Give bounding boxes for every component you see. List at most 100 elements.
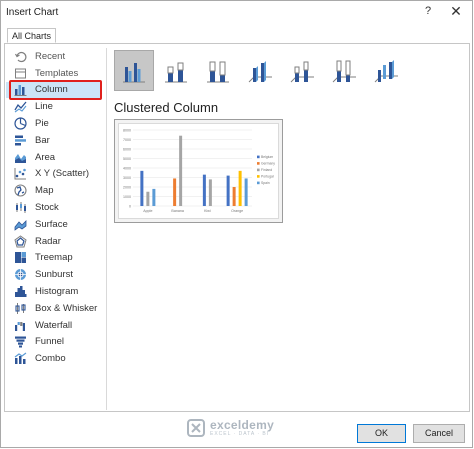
sidebar-item-sunburst[interactable]: Sunburst — [6, 266, 101, 283]
sidebar-item-x-y-scatter[interactable]: X Y (Scatter) — [6, 166, 101, 183]
legend-label: Spain — [261, 181, 270, 185]
map-chart-icon — [13, 184, 27, 197]
legend-label: Finland — [261, 168, 272, 172]
chart-type-list: Recent Templates Column Line Pie Bar Area X Y (… — [6, 48, 102, 367]
chart-subtype-title: Clustered Column — [114, 100, 219, 115]
line-chart-icon — [13, 100, 27, 113]
tab-strip: All Charts — [4, 27, 470, 44]
bar-belgium-orange — [226, 175, 230, 206]
sidebar-item-label: Treemap — [35, 252, 73, 264]
y-tick-label: 6000 — [123, 148, 131, 152]
bar-germany-banana — [173, 178, 177, 206]
sidebar-divider — [106, 48, 107, 410]
sidebar-item-label: Histogram — [35, 286, 79, 298]
sidebar-item-funnel[interactable]: Funnel — [6, 334, 101, 351]
sidebar-item-label: Waterfall — [35, 319, 73, 331]
sidebar-item-stock[interactable]: Stock — [6, 199, 101, 216]
legend-label: Germany — [261, 162, 275, 166]
tab-all-charts[interactable]: All Charts — [7, 28, 57, 43]
sidebar-item-label: Funnel — [35, 336, 65, 348]
x-tick-label: Orange — [231, 209, 243, 213]
3d-stacked-column-icon — [290, 61, 314, 82]
chart-preview[interactable]: 0 1000 2000 3000 4000 5000 6000 7000 8000 Apple Ba… — [114, 119, 283, 223]
y-tick-label: 2000 — [123, 186, 131, 190]
legend-swatch — [257, 175, 260, 178]
sidebar-item-label: Sunburst — [35, 269, 74, 281]
combo-chart-icon — [13, 352, 27, 365]
surface-chart-icon — [13, 218, 27, 231]
x-tick-label: Banana — [171, 209, 183, 213]
sidebar-item-map[interactable]: Map — [6, 182, 101, 199]
sidebar-item-label: X Y (Scatter) — [35, 168, 90, 180]
subtype-3d-clustered-column[interactable] — [240, 50, 280, 91]
area-chart-icon — [13, 151, 27, 164]
subtype-3d-column[interactable] — [366, 50, 406, 91]
sunburst-chart-icon — [13, 268, 27, 281]
legend-label: Portugal — [261, 175, 274, 179]
bar-finland-apple — [146, 191, 150, 206]
bar-belgium-apple — [140, 170, 144, 206]
sidebar-item-pie[interactable]: Pie — [6, 115, 101, 132]
templates-icon — [13, 67, 27, 80]
treemap-chart-icon — [13, 251, 27, 264]
100-stacked-column-icon — [207, 61, 229, 82]
sidebar-item-area[interactable]: Area — [6, 149, 101, 166]
sidebar-item-label: Box & Whisker — [35, 302, 98, 314]
sidebar-item-bar[interactable]: Bar — [6, 132, 101, 149]
sidebar-item-surface[interactable]: Surface — [6, 216, 101, 233]
help-button[interactable]: ? — [421, 5, 435, 17]
sidebar-item-radar[interactable]: Radar — [6, 233, 101, 250]
sidebar-item-label: Area — [35, 151, 56, 163]
sidebar-item-label: Templates — [35, 67, 79, 79]
subtype-3d-stacked-column[interactable] — [282, 50, 322, 91]
sidebar-item-treemap[interactable]: Treemap — [6, 250, 101, 267]
legend-swatch — [257, 181, 260, 185]
sidebar-item-combo[interactable]: Combo — [6, 350, 101, 367]
scatter-chart-icon — [13, 167, 27, 180]
sidebar-item-label: Radar — [35, 235, 61, 247]
sidebar-item-box-whisker[interactable]: Box & Whisker — [6, 300, 101, 317]
sidebar-item-label: Stock — [35, 202, 59, 214]
x-tick-label: Kiwi — [204, 209, 211, 213]
sidebar-item-column[interactable]: Column — [6, 79, 102, 100]
legend-swatch — [257, 155, 260, 159]
cancel-button[interactable]: Cancel — [413, 424, 465, 443]
sidebar-item-label: Column — [35, 84, 68, 96]
y-tick-label: 1000 — [123, 195, 131, 199]
radar-chart-icon — [13, 235, 27, 248]
sidebar-item-histogram[interactable]: Histogram — [6, 283, 101, 300]
sidebar-item-label: Bar — [35, 134, 50, 146]
sidebar-item-line[interactable]: Line — [6, 98, 101, 115]
subtype-stacked-column[interactable] — [156, 50, 196, 91]
sidebar-item-waterfall[interactable]: Waterfall — [6, 317, 101, 334]
y-tick-label: 4000 — [123, 167, 131, 171]
histogram-chart-icon — [13, 285, 27, 298]
3d-100-stacked-column-icon — [332, 60, 356, 82]
3d-column-icon — [374, 59, 398, 82]
sidebar-item-recent[interactable]: Recent — [6, 48, 101, 65]
ok-button[interactable]: OK — [357, 424, 406, 443]
y-tick-label: 0 — [129, 205, 131, 209]
bar-finland-banana — [179, 135, 183, 206]
stacked-column-icon — [165, 62, 187, 82]
sidebar-item-label: Line — [35, 101, 53, 113]
legend-label: Belgium — [261, 155, 273, 159]
recent-icon — [13, 50, 27, 63]
dialog-title: Insert Chart — [6, 7, 59, 18]
box-whisker-chart-icon — [13, 302, 27, 315]
subtype-100-stacked-column[interactable] — [198, 50, 238, 91]
clustered-column-icon — [123, 62, 145, 82]
bar-belgium-kiwi — [202, 174, 206, 206]
bar-finland-kiwi — [208, 179, 212, 206]
subtype-3d-100-stacked-column[interactable] — [324, 50, 364, 91]
preview-chart-svg: 0 1000 2000 3000 4000 5000 6000 7000 8000 Apple Ba… — [123, 129, 275, 214]
bar-spain-orange — [244, 178, 248, 206]
bar-germany-orange — [232, 187, 236, 206]
sidebar-item-label: Map — [35, 185, 54, 197]
3d-clustered-column-icon — [248, 60, 272, 82]
close-icon[interactable]: ✕ — [447, 3, 465, 20]
stock-chart-icon — [13, 201, 27, 214]
subtype-clustered-column[interactable] — [114, 50, 154, 91]
dialog-footer: OK Cancel — [3, 412, 469, 446]
pie-chart-icon — [13, 117, 27, 130]
